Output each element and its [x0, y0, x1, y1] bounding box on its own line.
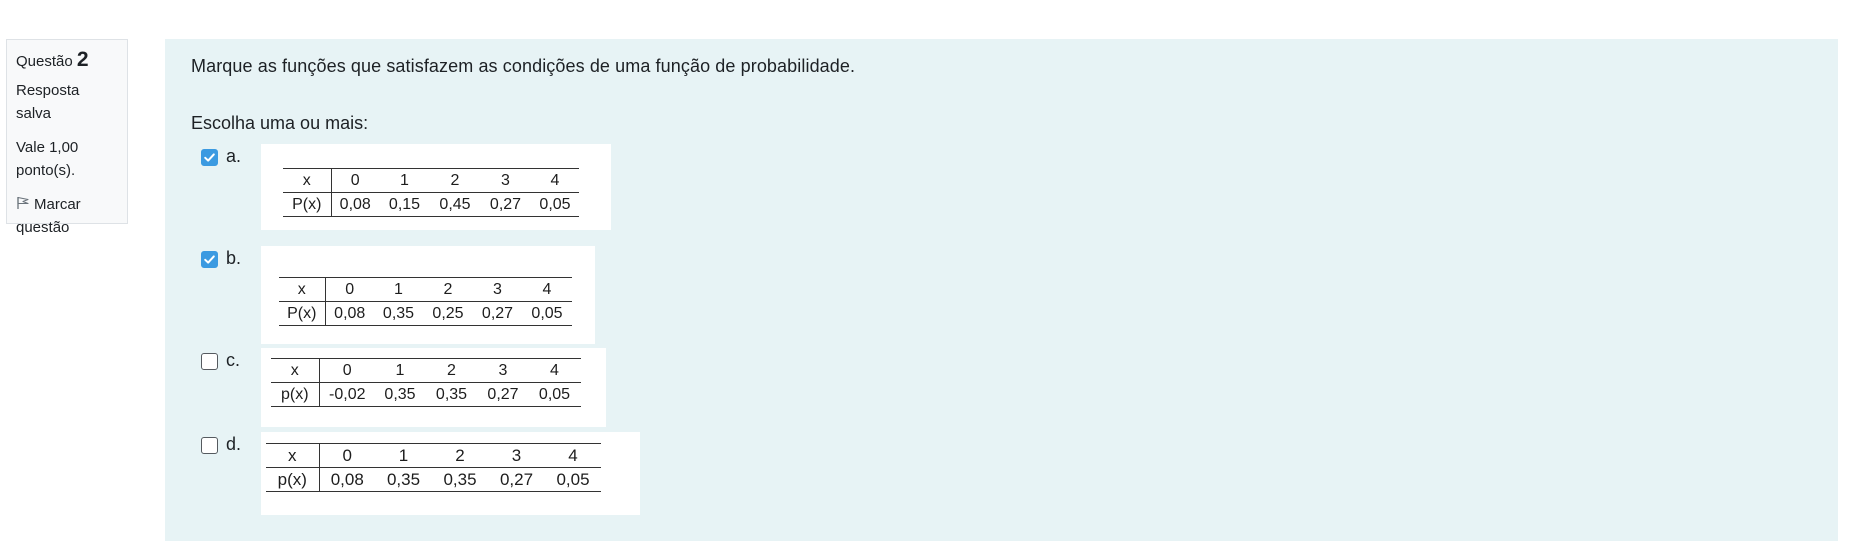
table-x-row-cell: 0 — [325, 277, 374, 302]
table-p-row-cell: 0,05 — [545, 467, 601, 492]
table-p-row-cell: 0,08 — [325, 301, 374, 326]
option-b-checkbox[interactable] — [201, 251, 218, 268]
table-x-row-cell: 2 — [432, 443, 488, 468]
option-a-letter: a. — [226, 146, 242, 166]
table-p-row-cell: 0,35 — [375, 382, 425, 407]
table-x-row-cell: 2 — [423, 277, 473, 302]
table-x-row: x01234 — [266, 443, 601, 468]
table-p-row-label: p(x) — [271, 382, 320, 407]
table-x-row-label: x — [266, 443, 320, 468]
question-number: 2 — [76, 48, 89, 71]
question-status: Resposta salva — [16, 82, 80, 122]
table-x-row-cell: 4 — [522, 277, 572, 302]
table-x-row-cell: 4 — [545, 443, 601, 468]
table-p-row: p(x) -0,02 0,35 0,35 0,27 0,05 — [271, 382, 581, 407]
question-text: Marque as funções que satisfazem as cond… — [191, 56, 856, 76]
table-p-row-label: p(x) — [266, 467, 320, 492]
table-p-row-cell: -0,02 — [319, 382, 375, 407]
table-p-row: P(x) 0,08 0,15 0,45 0,27 0,05 — [283, 192, 579, 217]
table-p-row-cell: 0,35 — [432, 467, 488, 492]
table-p-row-cell: 0,35 — [374, 301, 423, 326]
table-x-row: x01234 — [271, 358, 581, 383]
option-d-table: x 0 1 2 3 4 p(x) 0,08 0,35 0,35 0,27 0,05 — [266, 443, 601, 492]
table-x-row-cell: 1 — [375, 443, 432, 468]
option-d-table-image: x 0 1 2 3 4 p(x) 0,08 0,35 0,35 0,27 0,05 — [261, 432, 640, 515]
question-grade: Vale 1,00 ponto(s). — [16, 139, 79, 179]
question-info: Questão 2 Resposta salva Vale 1,00 ponto… — [6, 39, 128, 236]
table-x-row-cell: 1 — [374, 277, 423, 302]
option-d-checkbox[interactable] — [201, 437, 218, 454]
table-p-row-cell: 0,05 — [528, 382, 581, 407]
table-x-row-cell: 2 — [425, 358, 478, 383]
question-number-line: Questão 2 — [16, 48, 118, 73]
option-b-letter: b. — [226, 248, 242, 268]
table-p-row-cell: 0,27 — [478, 382, 528, 407]
table-x-row-cell: 0 — [331, 168, 379, 193]
table-p-row-cell: 0,15 — [379, 192, 430, 217]
table-x-row-cell: 3 — [478, 358, 528, 383]
table-x-row-cell: 1 — [379, 168, 430, 193]
table-p-row-label: P(x) — [279, 301, 326, 326]
table-x-row-cell: 3 — [488, 443, 545, 468]
table-x-row-cell: 3 — [473, 277, 522, 302]
table-p-row-cell: 0,27 — [488, 467, 545, 492]
checkmark-icon — [204, 255, 215, 264]
table-x-row-cell: 1 — [375, 358, 425, 383]
table-x-row: x01234 — [279, 277, 572, 302]
table-p-row-cell: 0,45 — [430, 192, 480, 217]
option-b-table: x 0 1 2 3 4 P(x) 0,08 0,35 0,25 0,27 0,05 — [279, 277, 572, 326]
table-x-row-cell: 3 — [480, 168, 531, 193]
table-x-row-cell: 2 — [430, 168, 480, 193]
table-p-row-cell: 0,27 — [480, 192, 531, 217]
table-x-row-cell: 0 — [319, 358, 375, 383]
table-p-row: p(x) 0,08 0,35 0,35 0,27 0,05 — [266, 467, 601, 492]
option-a-checkbox[interactable] — [201, 149, 218, 166]
flag-icon — [16, 194, 30, 209]
table-x-row-cell: 4 — [531, 168, 579, 193]
answer-prompt: Escolha uma ou mais: — [191, 113, 369, 133]
table-x-row-label: x — [271, 358, 320, 383]
checkmark-icon — [204, 153, 215, 162]
table-p-row-cell: 0,05 — [531, 192, 579, 217]
table-p-row: P(x) 0,08 0,35 0,25 0,27 0,05 — [279, 301, 572, 326]
option-b-table-image: x 0 1 2 3 4 P(x) 0,08 0,35 0,25 0,27 0,05 — [261, 246, 595, 344]
table-p-row-cell: 0,25 — [423, 301, 473, 326]
option-c-letter: c. — [226, 350, 241, 370]
table-x-row-label: x — [283, 168, 332, 193]
table-p-row-cell: 0,08 — [319, 467, 375, 492]
option-c-table-image: x 0 1 2 3 4 p(x) -0,02 0,35 0,35 0,27 0,05 — [261, 348, 606, 427]
table-x-row: x01234 — [283, 168, 579, 193]
option-d-letter: d. — [226, 434, 242, 454]
table-p-row-cell: 0,08 — [331, 192, 379, 217]
option-c-checkbox[interactable] — [201, 353, 218, 370]
flag-question-link[interactable]: Marcar questão — [16, 193, 118, 239]
option-a-table: x 0 1 2 3 4 P(x) 0,08 0,15 0,45 0,27 0,05 — [283, 168, 579, 217]
question-label: Questão — [16, 53, 73, 70]
table-x-row-cell: 0 — [319, 443, 375, 468]
table-p-row-cell: 0,35 — [375, 467, 432, 492]
option-c-table: x 0 1 2 3 4 p(x) -0,02 0,35 0,35 0,27 0,05 — [271, 358, 581, 407]
table-x-row-cell: 4 — [528, 358, 581, 383]
question-content: Marque as funções que satisfazem as cond… — [165, 39, 1838, 541]
table-x-row-label: x — [279, 277, 326, 302]
option-a-table-image: x 0 1 2 3 4 P(x) 0,08 0,15 0,45 0,27 0,05 — [261, 144, 611, 230]
table-p-row-label: P(x) — [283, 192, 332, 217]
table-p-row-cell: 0,27 — [473, 301, 522, 326]
table-p-row-cell: 0,35 — [425, 382, 478, 407]
table-p-row-cell: 0,05 — [522, 301, 572, 326]
